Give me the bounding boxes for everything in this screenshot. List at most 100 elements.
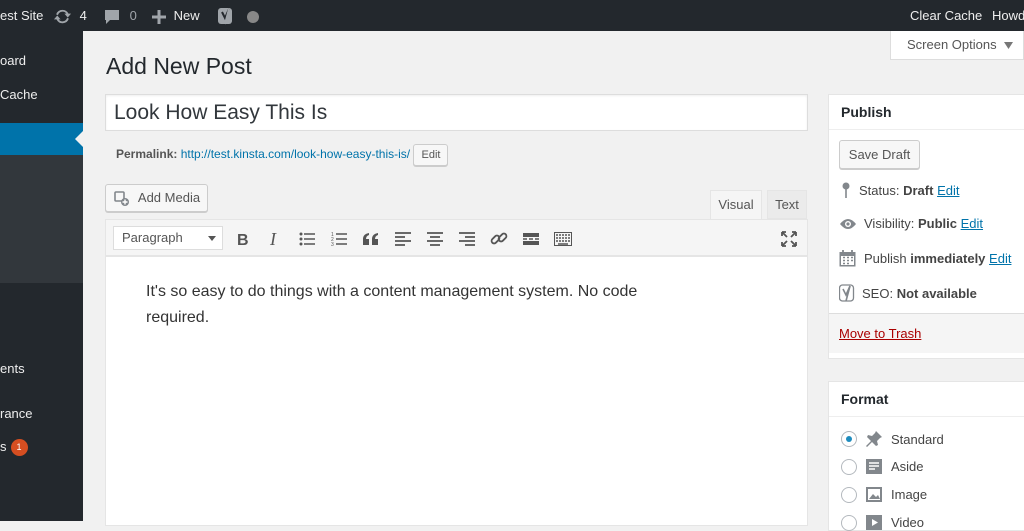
format-option-video[interactable]: Video: [841, 514, 924, 531]
new-label: New: [173, 8, 200, 23]
radio-unselected[interactable]: [841, 514, 857, 531]
yoast-menu[interactable]: [218, 0, 259, 31]
align-left-icon: [395, 231, 411, 246]
format-option-label: Standard: [891, 431, 944, 447]
format-option-label: Aside: [891, 459, 924, 474]
visibility-value: Public: [917, 216, 957, 231]
visibility-edit-link[interactable]: Edit: [961, 216, 983, 231]
updates-icon: [53, 9, 72, 24]
format-heading: Format: [829, 382, 1024, 417]
updates-count: 4: [79, 8, 87, 23]
align-right-button[interactable]: [456, 220, 478, 257]
yoast-status-dot-icon: [246, 10, 259, 23]
permalink-label: Permalink:: [116, 147, 178, 162]
pushpin-icon: [866, 431, 882, 447]
site-name-link[interactable]: est Site: [0, 0, 43, 31]
add-media-label: Add Media: [137, 190, 201, 205]
align-left-button[interactable]: [392, 220, 414, 257]
align-center-button[interactable]: [424, 220, 446, 257]
sidebar-item-posts-active[interactable]: [0, 123, 83, 155]
admin-bar: est Site 4 0 New Clear Cache Howd: [0, 0, 1024, 31]
format-box: Format Standard Aside Image Video: [828, 381, 1024, 531]
video-icon: [866, 515, 882, 530]
format-select[interactable]: Paragraph: [113, 226, 223, 250]
publish-major-actions: Move to Trash: [829, 313, 1024, 353]
link-icon: [490, 232, 508, 244]
status-edit-link[interactable]: Edit: [937, 183, 959, 198]
publish-box: Publish Save Draft Status: Draft Edit Vi…: [828, 94, 1024, 359]
numbered-list-icon: 123: [331, 232, 347, 246]
format-select-value: Paragraph: [122, 230, 183, 245]
blockquote-button[interactable]: [360, 220, 382, 257]
publish-time-row: Publish immediately Edit: [839, 250, 1011, 267]
format-option-image[interactable]: Image: [841, 486, 927, 503]
plugins-update-badge: 1: [10, 439, 28, 457]
updates-link[interactable]: 4: [53, 0, 87, 31]
yoast-icon: [839, 284, 855, 302]
seo-label: SEO:: [862, 285, 894, 301]
tab-text[interactable]: Text: [767, 190, 807, 219]
move-to-trash-link[interactable]: Move to Trash: [839, 326, 921, 341]
pin-icon: [842, 182, 850, 198]
format-option-aside[interactable]: Aside: [841, 458, 924, 475]
radio-unselected[interactable]: [841, 486, 857, 503]
screen-options-button[interactable]: Screen Options: [890, 31, 1024, 60]
fullscreen-button[interactable]: [778, 220, 800, 257]
sidebar-item-cache[interactable]: Cache: [0, 87, 38, 102]
add-media-button[interactable]: Add Media: [105, 184, 208, 212]
post-content-editor[interactable]: It's so easy to do things with a content…: [105, 256, 808, 526]
format-option-label: Image: [891, 487, 928, 502]
bold-button[interactable]: B: [232, 220, 254, 257]
admin-sidebar: oard Cache ents rance s1: [0, 31, 83, 521]
comments-link[interactable]: 0: [104, 0, 137, 31]
radio-unselected[interactable]: [841, 458, 857, 475]
insert-link-button[interactable]: [488, 220, 510, 257]
permalink-link[interactable]: http://test.kinsta.com/look-how-easy-thi…: [181, 147, 410, 161]
bulleted-list-icon: [299, 232, 315, 245]
fullscreen-icon: [781, 230, 797, 247]
editor-toolbar: Paragraph B I 123: [105, 219, 808, 256]
plus-icon: [152, 9, 166, 24]
new-content-link[interactable]: New: [152, 0, 200, 31]
tab-visual[interactable]: Visual: [710, 190, 762, 219]
save-draft-button[interactable]: Save Draft: [839, 140, 920, 169]
align-right-icon: [459, 231, 475, 246]
status-value: Draft: [903, 182, 934, 198]
howdy-account-link[interactable]: Howd: [992, 0, 1024, 31]
caret-down-icon: [1004, 42, 1014, 50]
select-caret-icon: [208, 236, 216, 241]
sidebar-item-plugins[interactable]: s1: [0, 439, 28, 457]
format-option-standard[interactable]: Standard: [841, 430, 944, 448]
svg-text:3: 3: [331, 242, 334, 246]
publish-label: Publish: [864, 251, 907, 266]
bulleted-list-button[interactable]: [296, 220, 318, 257]
sidebar-item-appearance[interactable]: rance: [0, 406, 33, 421]
radio-selected[interactable]: [841, 431, 857, 447]
clear-cache-link[interactable]: Clear Cache: [910, 0, 982, 31]
toolbar-toggle-button[interactable]: [552, 220, 574, 257]
sidebar-item-dashboard[interactable]: oard: [0, 53, 26, 68]
aside-icon: [866, 459, 882, 474]
image-icon: [866, 487, 882, 502]
sidebar-item-label: s: [0, 439, 7, 454]
screen-options-label: Screen Options: [907, 37, 997, 52]
eye-icon: [840, 218, 856, 229]
format-option-label: Video: [891, 515, 925, 530]
sidebar-item-comments[interactable]: ents: [0, 361, 25, 376]
publish-time-edit-link[interactable]: Edit: [989, 251, 1011, 266]
permalink-base: http://test.kinsta.com/: [180, 147, 295, 162]
publish-value: immediately: [910, 251, 986, 266]
visibility-label: Visibility:: [864, 216, 915, 231]
italic-button[interactable]: I: [264, 220, 286, 257]
comment-icon: [105, 9, 119, 24]
seo-row: SEO: Not available: [839, 284, 977, 302]
permalink-edit-button[interactable]: Edit: [413, 144, 449, 166]
read-more-icon: [523, 232, 539, 245]
seo-value: Not available: [896, 285, 977, 301]
yoast-icon: [218, 8, 232, 25]
align-center-icon: [427, 231, 443, 246]
visibility-row: Visibility: Public Edit: [839, 216, 983, 231]
read-more-button[interactable]: [520, 220, 542, 257]
post-title-input[interactable]: [105, 94, 808, 131]
numbered-list-button[interactable]: 123: [328, 220, 350, 257]
